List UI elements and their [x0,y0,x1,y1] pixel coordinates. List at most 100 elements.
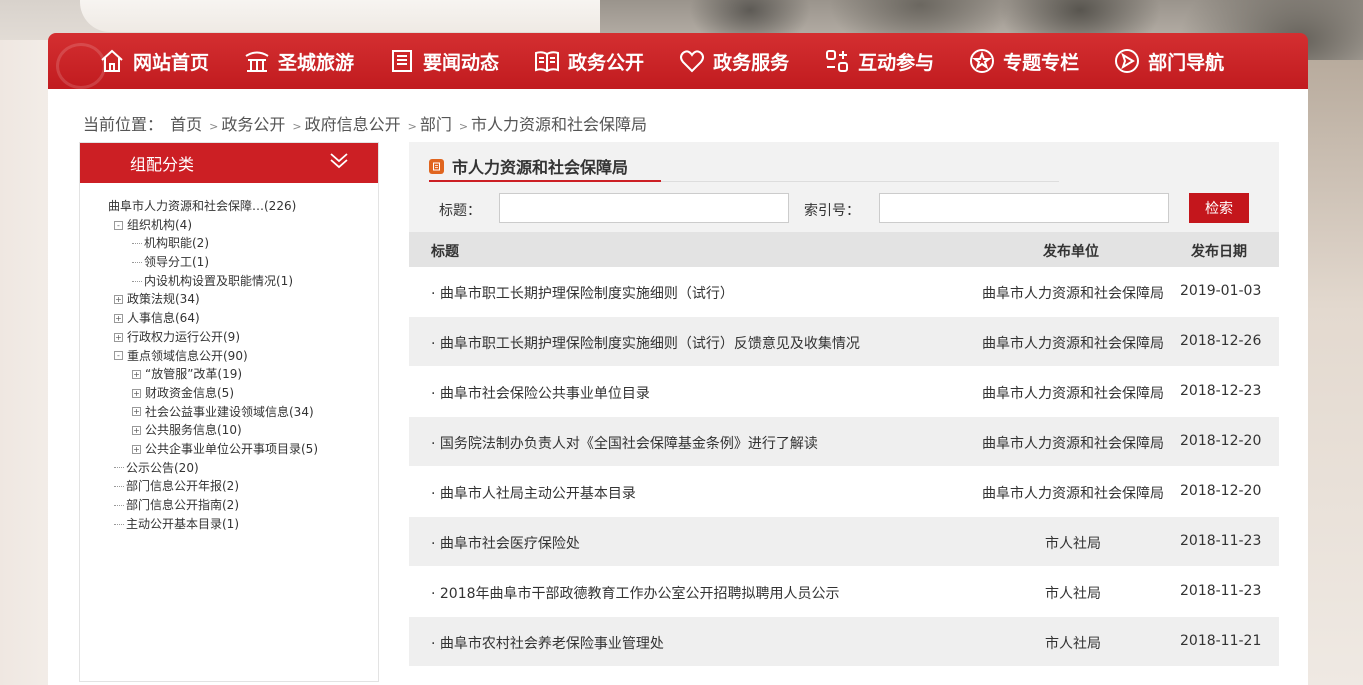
table-row: · 曲阜市社会保险公共事业单位目录 曲阜市人力资源和社会保障局 2018-12-23 [409,367,1279,417]
expand-icon[interactable]: + [114,332,123,342]
table-row: · 曲阜市农村社会养老保险事业管理处 市人社局 2018-11-21 [409,617,1279,667]
nav-item-tourism[interactable]: 圣城旅游 [243,47,354,75]
document-date: 2019-01-03 [1180,283,1262,299]
index-search-input[interactable] [879,193,1169,223]
tree-item-label: 部门信息公开指南(2) [126,498,239,512]
tree-item[interactable]: 曲阜市人力资源和社会保障…(226) [108,197,378,216]
column-header-title: 标题 [431,244,459,260]
tree-item[interactable]: + 公共服务信息(10) [108,421,378,440]
tree-item[interactable]: - 重点领域信息公开(90) [108,347,378,366]
tree-item-label: 重点领域信息公开(90) [127,348,248,363]
collapse-icon[interactable]: - [114,220,123,230]
nav-item-label: 政务公开 [568,51,645,74]
content-area: 市人力资源和社会保障局 标题： 索引号： 检索 标题 发布单位 发布日期 · 曲… [409,142,1279,682]
tree-item[interactable]: + 人事信息(64) [108,309,378,328]
tree-item-label: 内设机构设置及职能情况(1) [144,273,293,288]
tree-item[interactable]: 主动公开基本目录(1) [108,515,378,534]
tree-connector [114,523,124,525]
document-title-link[interactable]: · 曲阜市农村社会养老保险事业管理处 [431,633,664,653]
book-icon [533,47,561,75]
document-unit: 市人社局 [1045,586,1101,602]
document-title-link[interactable]: · 国务院法制办负责人对《全国社会保障基金条例》进行了解读 [431,433,818,453]
main-nav: 网站首页 圣城旅游 要闻动态 政务公开 政务服务 互动参与 专题专栏 部门导航 [48,33,1308,89]
table-header: 标题 发布单位 发布日期 [409,232,1279,267]
nav-item-label: 网站首页 [133,51,210,74]
table-row: · 曲阜市职工长期护理保险制度实施细则（试行）反馈意见及收集情况 曲阜市人力资源和… [409,317,1279,367]
table-row: · 国务院法制办负责人对《全国社会保障基金条例》进行了解读 曲阜市人力资源和社会保… [409,417,1279,467]
collapse-icon[interactable]: - [114,351,123,361]
category-tree: 曲阜市人力资源和社会保障…(226) - 组织机构(4) 机构职能(2) 领导分工(1)… [80,183,378,533]
document-unit: 曲阜市人力资源和社会保障局 [982,336,1164,352]
tree-item[interactable]: + 社会公益事业建设领域信息(34) [108,403,378,422]
search-button[interactable]: 检索 [1189,193,1249,223]
nav-item-label: 要闻动态 [423,51,500,74]
tree-item[interactable]: 公示公告(20) [108,459,378,478]
category-sidebar: 组配分类 曲阜市人力资源和社会保障…(226) - 组织机构(4) 机构职能(2) 领导… [79,142,379,682]
tree-item[interactable]: + 公共企事业单位公开事项目录(5) [108,440,378,459]
breadcrumb-separator: > [209,120,219,133]
main-panel: 当前位置： 首页 > 政务公开 > 政府信息公开 > 部门 > 市人力资源和社会保障局 组配分类… [48,89,1308,685]
sidebar-title: 组配分类 [130,155,195,174]
document-title-link[interactable]: · 曲阜市职工长期护理保险制度实施细则（试行）反馈意见及收集情况 [431,333,860,353]
title-search-label: 标题： [439,203,481,219]
breadcrumb-separator: > [407,120,417,133]
tree-item[interactable]: 内设机构设置及职能情况(1) [108,272,378,291]
nav-item-label: 互动参与 [858,51,935,74]
search-form: 标题： 索引号： 检索 [409,192,1279,224]
nav-item-home[interactable]: 网站首页 [98,47,209,75]
nav-item-gov-service[interactable]: 政务服务 [678,47,789,75]
breadcrumb-gov-info[interactable]: 政府信息公开 [305,115,401,134]
document-title-link[interactable]: · 曲阜市职工长期护理保险制度实施细则（试行） [431,283,734,303]
tree-item[interactable]: 领导分工(1) [108,253,378,272]
breadcrumb: 当前位置： 首页 > 政务公开 > 政府信息公开 > 部门 > 市人力资源和社会保障局 [83,111,649,135]
nav-item-gov-open[interactable]: 政务公开 [533,47,644,75]
expand-icon[interactable]: + [114,313,123,323]
breadcrumb-gov-open[interactable]: 政务公开 [221,115,285,134]
expand-icon[interactable]: + [132,388,141,398]
document-date: 2018-11-23 [1180,533,1262,549]
table-row: · 曲阜市职工长期护理保险制度实施细则（试行） 曲阜市人力资源和社会保障局 2019… [409,267,1279,317]
tree-item-label: 政策法规(34) [127,292,200,307]
tree-item[interactable]: + “放管服”改革(19) [108,365,378,384]
breadcrumb-separator: > [292,120,302,133]
expand-icon[interactable]: + [132,444,141,454]
expand-icon[interactable]: + [132,426,141,436]
nav-item-dept[interactable]: 部门导航 [1113,47,1224,75]
star-icon [968,47,996,75]
document-date: 2018-11-23 [1180,583,1262,599]
document-list: · 曲阜市职工长期护理保险制度实施细则（试行） 曲阜市人力资源和社会保障局 2019… [409,267,1279,667]
breadcrumb-home[interactable]: 首页 [170,115,202,134]
expand-icon[interactable]: + [114,295,123,305]
nav-item-news[interactable]: 要闻动态 [388,47,499,75]
tree-item[interactable]: - 组织机构(4) [108,216,378,235]
tree-item-label: 社会公益事业建设领域信息(34) [145,404,314,419]
tree-item-label: “放管服”改革(19) [145,367,243,382]
expand-icon[interactable]: + [132,370,141,380]
document-title-link[interactable]: · 曲阜市社会保险公共事业单位目录 [431,383,650,403]
breadcrumb-prefix: 当前位置： [83,115,164,134]
tree-item[interactable]: 部门信息公开年报(2) [108,477,378,496]
breadcrumb-current[interactable]: 市人力资源和社会保障局 [471,115,647,134]
document-unit: 曲阜市人力资源和社会保障局 [982,486,1164,502]
document-title-link[interactable]: · 2018年曲阜市干部政德教育工作办公室公开招聘拟聘用人员公示 [431,583,840,603]
tree-item[interactable]: 机构职能(2) [108,234,378,253]
temple-icon [243,47,271,75]
tree-item[interactable]: 部门信息公开指南(2) [108,496,378,515]
tree-item[interactable]: + 行政权力运行公开(9) [108,328,378,347]
document-title-link[interactable]: · 曲阜市社会医疗保险处 [431,533,580,553]
sidebar-header[interactable]: 组配分类 [80,143,378,183]
title-search-input[interactable] [499,193,789,223]
double-chevron-down-icon[interactable] [328,150,350,176]
breadcrumb-dept[interactable]: 部门 [420,115,452,134]
section-title-underline [429,180,661,182]
nav-item-interact[interactable]: 互动参与 [823,47,934,75]
tree-item[interactable]: + 政策法规(34) [108,290,378,309]
page-right-background [1303,60,1363,685]
expand-icon[interactable]: + [132,407,141,417]
header-sky [80,0,640,32]
document-title-link[interactable]: · 曲阜市人社局主动公开基本目录 [431,483,636,503]
nav-item-special[interactable]: 专题专栏 [968,47,1079,75]
tree-item[interactable]: + 财政资金信息(5) [108,384,378,403]
tree-connector [114,467,124,469]
tree-item-label: 财政资金信息(5) [145,385,234,400]
